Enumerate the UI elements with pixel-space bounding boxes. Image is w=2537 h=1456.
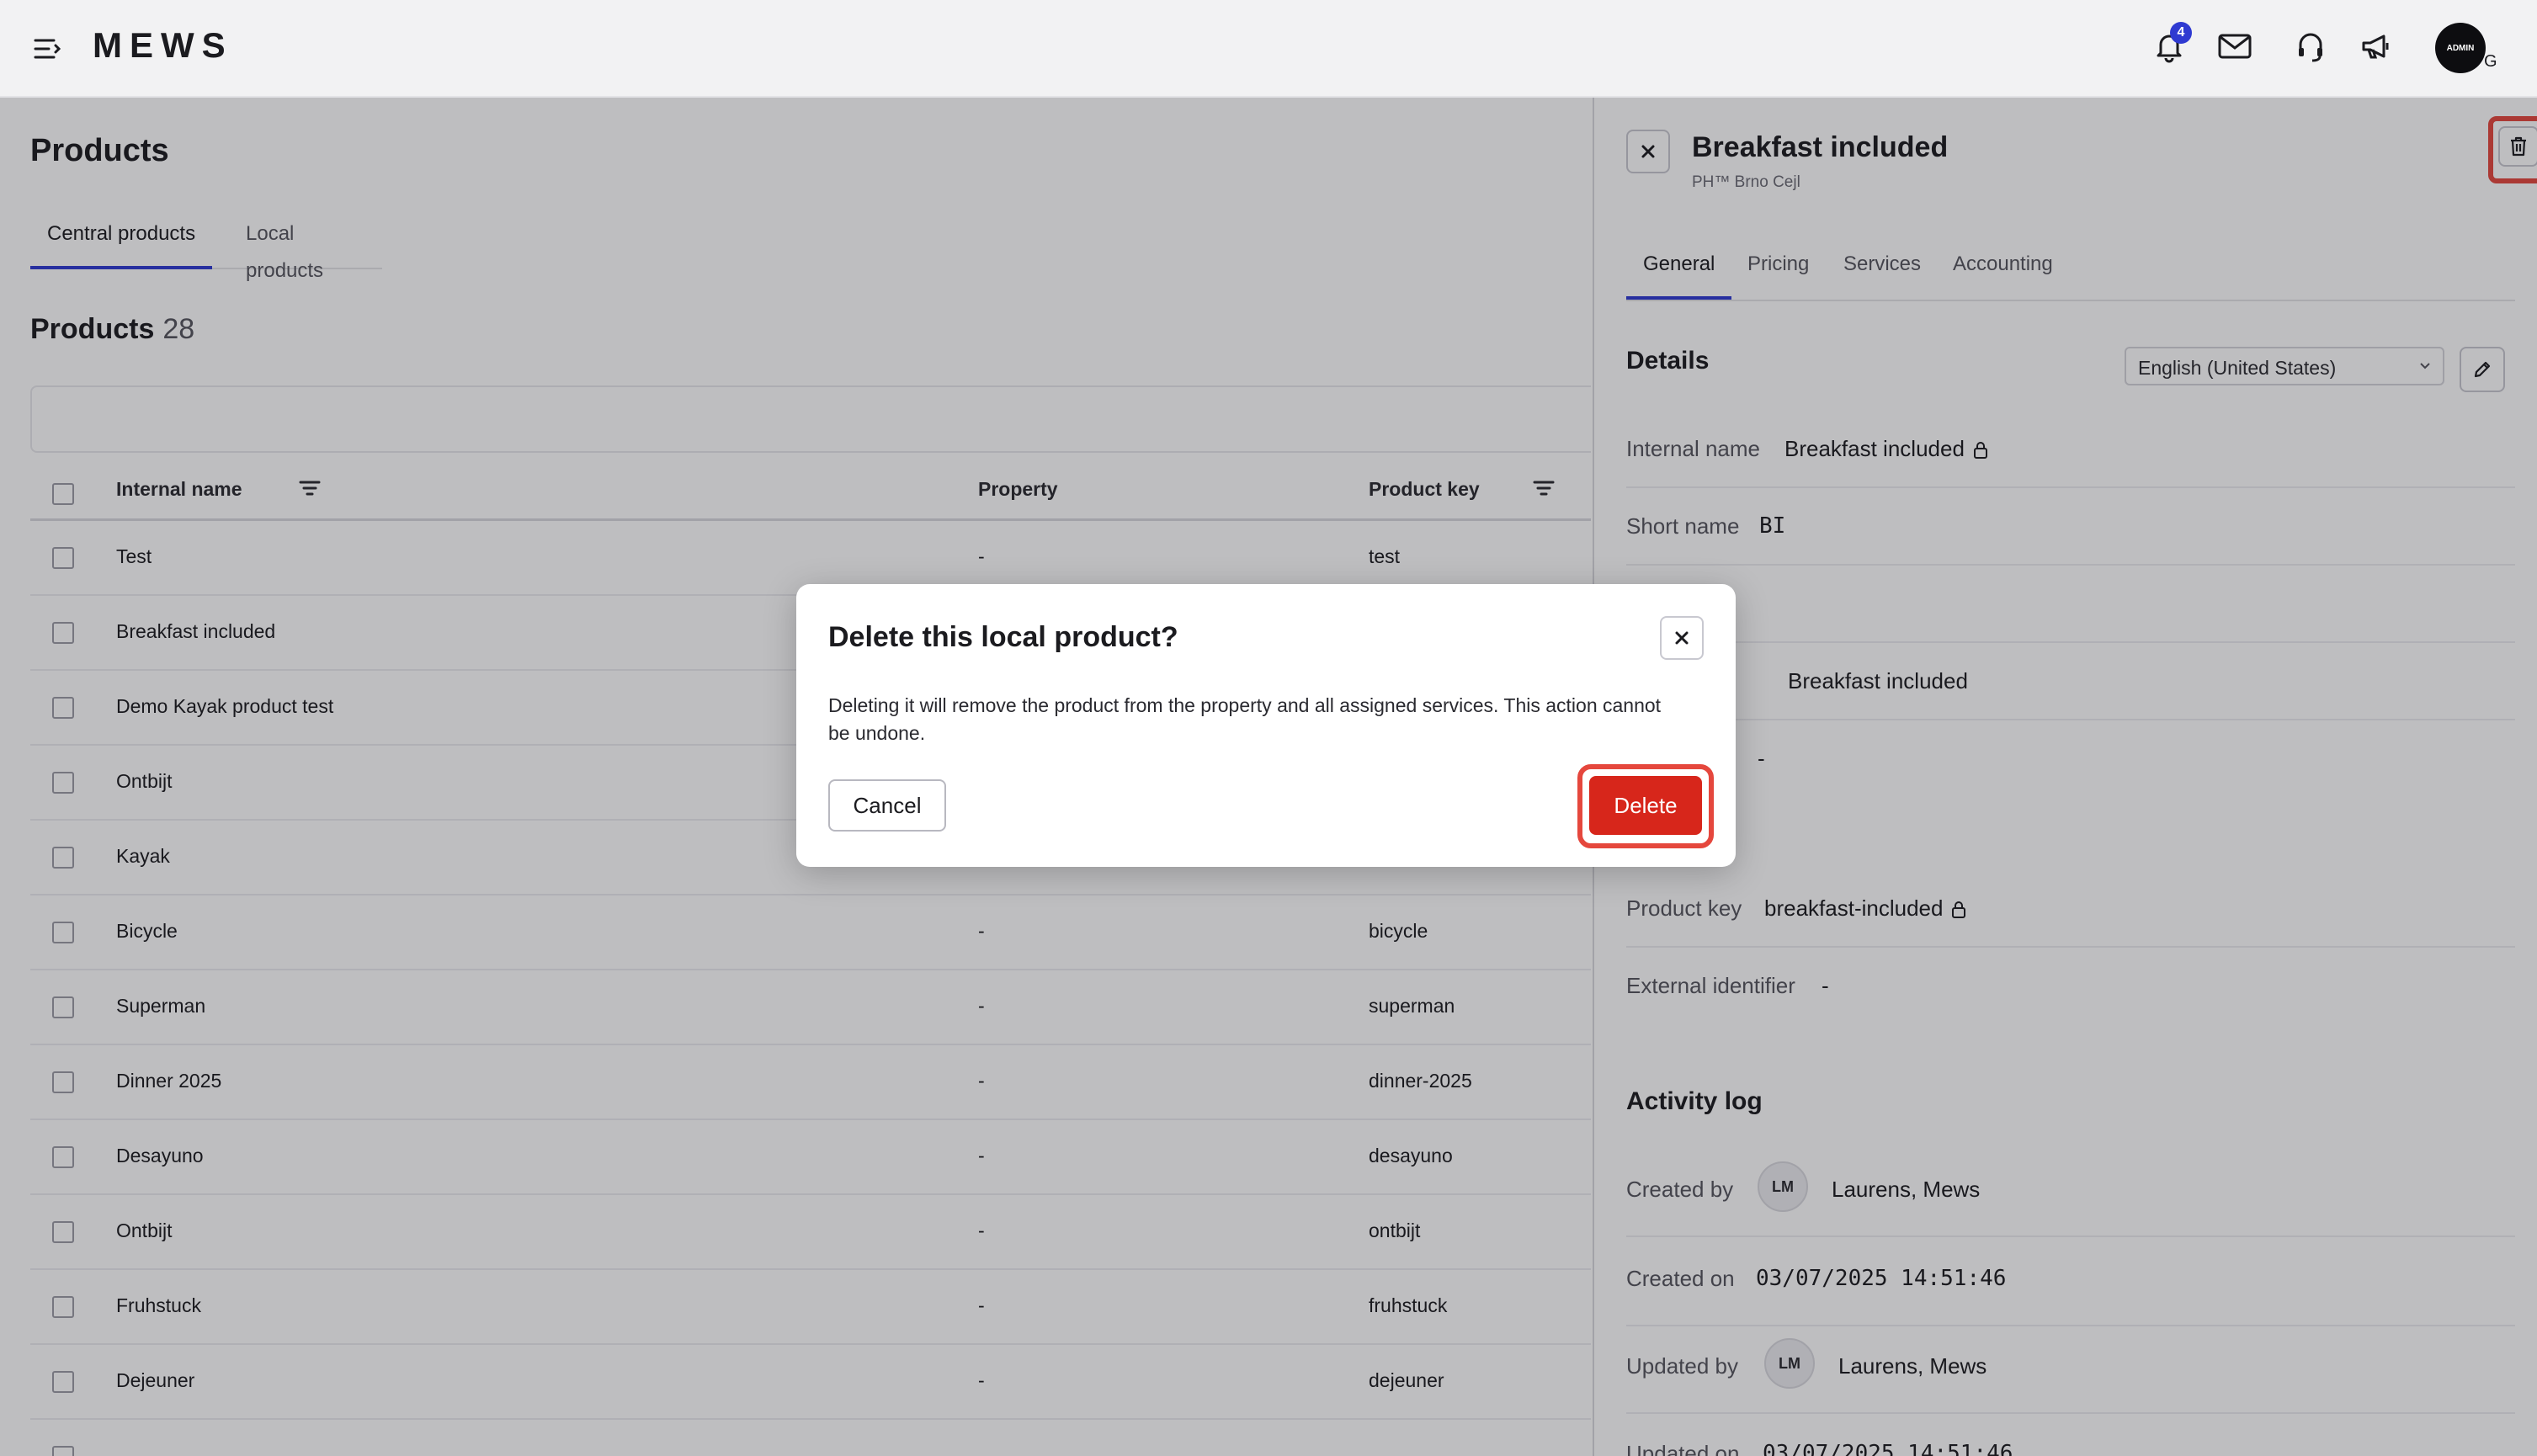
delete-confirmation-dialog: Delete this local product? Deleting it w…	[796, 584, 1736, 867]
mail-icon	[2218, 34, 2252, 59]
dialog-title: Delete this local product?	[828, 621, 1178, 653]
mews-logo[interactable]: MEWS	[93, 25, 233, 66]
user-avatar-initial: G	[2484, 52, 2497, 71]
megaphone-icon	[2362, 35, 2389, 59]
user-avatar[interactable]: ADMIN	[2435, 23, 2486, 73]
close-icon	[1675, 631, 1689, 645]
notification-count-badge: 4	[2170, 22, 2192, 44]
cancel-button[interactable]: Cancel	[828, 779, 946, 832]
top-bar: MEWS 4 ADMIN G	[0, 0, 2537, 98]
headset-icon	[2299, 33, 2322, 62]
announcements-button[interactable]	[2355, 25, 2397, 67]
messages-button[interactable]	[2214, 25, 2256, 67]
support-button[interactable]	[2290, 25, 2332, 67]
close-dialog-button[interactable]	[1660, 616, 1704, 660]
notifications-button[interactable]: 4	[2148, 22, 2192, 67]
hamburger-menu-icon[interactable]	[30, 32, 64, 66]
delete-button[interactable]: Delete	[1589, 776, 1702, 835]
dialog-message: Deleting it will remove the product from…	[828, 694, 1662, 744]
